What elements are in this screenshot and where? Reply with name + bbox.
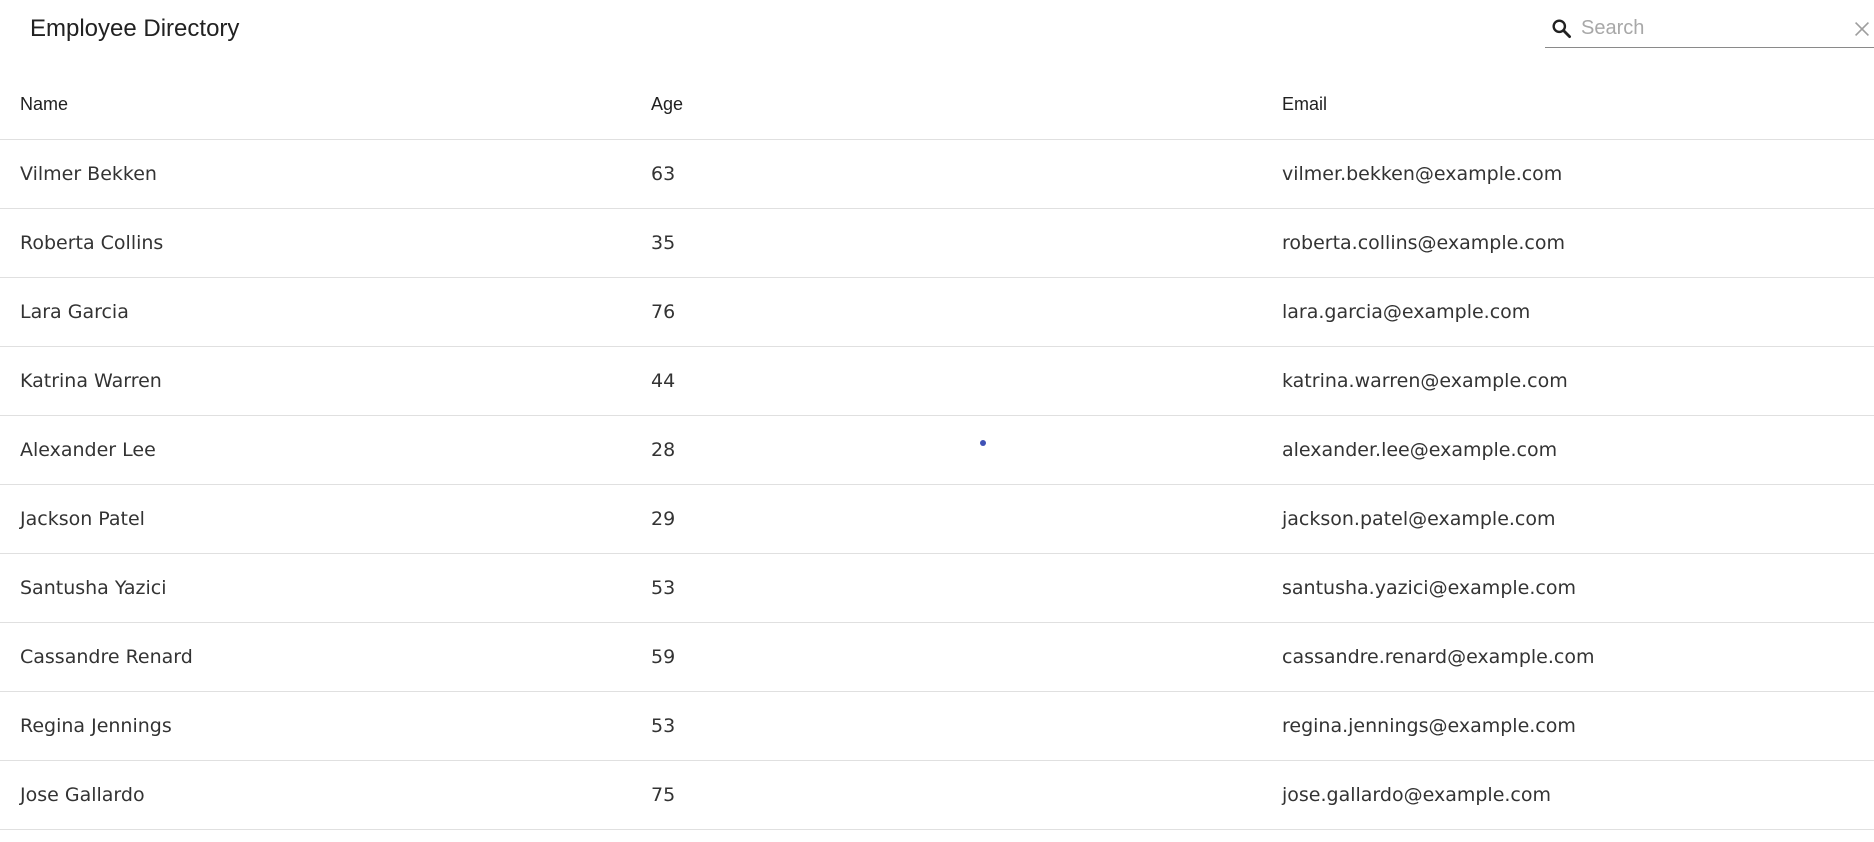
search-bar	[1545, 10, 1874, 48]
cell-email: roberta.collins@example.com	[1262, 208, 1874, 278]
cell-name: Roberta Collins	[0, 208, 631, 278]
page-title: Employee Directory	[30, 15, 240, 42]
table-row[interactable]: Lara Garcia 76 lara.garcia@example.com	[0, 277, 1874, 347]
cell-age: 53	[631, 691, 1262, 761]
cell-name: Cassandre Renard	[0, 622, 631, 692]
table-row[interactable]: Vilmer Bekken 63 vilmer.bekken@example.c…	[0, 139, 1874, 209]
cell-email: cassandre.renard@example.com	[1262, 622, 1874, 692]
toolbar: Employee Directory	[0, 0, 1874, 56]
table-row[interactable]: Regina Jennings 53 regina.jennings@examp…	[0, 691, 1874, 761]
table-body: Vilmer Bekken 63 vilmer.bekken@example.c…	[0, 139, 1874, 830]
table-row[interactable]: Jose Gallardo 75 jose.gallardo@example.c…	[0, 760, 1874, 830]
cell-email: jackson.patel@example.com	[1262, 484, 1874, 554]
cell-age: 28	[631, 415, 1262, 485]
table-row[interactable]: Katrina Warren 44 katrina.warren@example…	[0, 346, 1874, 416]
table-row[interactable]: Santusha Yazici 53 santusha.yazici@examp…	[0, 553, 1874, 623]
search-input[interactable]	[1581, 14, 1821, 42]
table-row[interactable]: Alexander Lee 28 alexander.lee@example.c…	[0, 415, 1874, 485]
cell-age: 59	[631, 622, 1262, 692]
cell-email: jose.gallardo@example.com	[1262, 760, 1874, 830]
table-row[interactable]: Cassandre Renard 59 cassandre.renard@exa…	[0, 622, 1874, 692]
cell-age: 29	[631, 484, 1262, 554]
cell-email: katrina.warren@example.com	[1262, 346, 1874, 416]
column-header-email[interactable]: Email	[1262, 70, 1874, 140]
cell-age: 53	[631, 553, 1262, 623]
table-row[interactable]: Jackson Patel 29 jackson.patel@example.c…	[0, 484, 1874, 554]
cell-email: santusha.yazici@example.com	[1262, 553, 1874, 623]
cell-email: regina.jennings@example.com	[1262, 691, 1874, 761]
close-icon[interactable]	[1851, 18, 1873, 40]
cell-email: lara.garcia@example.com	[1262, 277, 1874, 347]
search-icon	[1552, 19, 1571, 38]
cell-age: 44	[631, 346, 1262, 416]
cell-age: 76	[631, 277, 1262, 347]
table-row[interactable]: Roberta Collins 35 roberta.collins@examp…	[0, 208, 1874, 278]
employee-table: Name Age Email Vilmer Bekken 63 vilmer.b…	[0, 70, 1874, 830]
cell-age: 63	[631, 139, 1262, 209]
table-header: Name Age Email	[0, 70, 1874, 140]
cell-name: Vilmer Bekken	[0, 139, 631, 209]
cell-name: Katrina Warren	[0, 346, 631, 416]
cell-name: Alexander Lee	[0, 415, 631, 485]
column-header-age[interactable]: Age	[631, 70, 1262, 140]
cell-name: Santusha Yazici	[0, 553, 631, 623]
cell-email: vilmer.bekken@example.com	[1262, 139, 1874, 209]
cursor-indicator	[980, 440, 986, 446]
cell-name: Jose Gallardo	[0, 760, 631, 830]
cell-age: 75	[631, 760, 1262, 830]
column-header-name[interactable]: Name	[0, 70, 631, 140]
cell-name: Regina Jennings	[0, 691, 631, 761]
cell-age: 35	[631, 208, 1262, 278]
cell-name: Lara Garcia	[0, 277, 631, 347]
cell-email: alexander.lee@example.com	[1262, 415, 1874, 485]
cell-name: Jackson Patel	[0, 484, 631, 554]
